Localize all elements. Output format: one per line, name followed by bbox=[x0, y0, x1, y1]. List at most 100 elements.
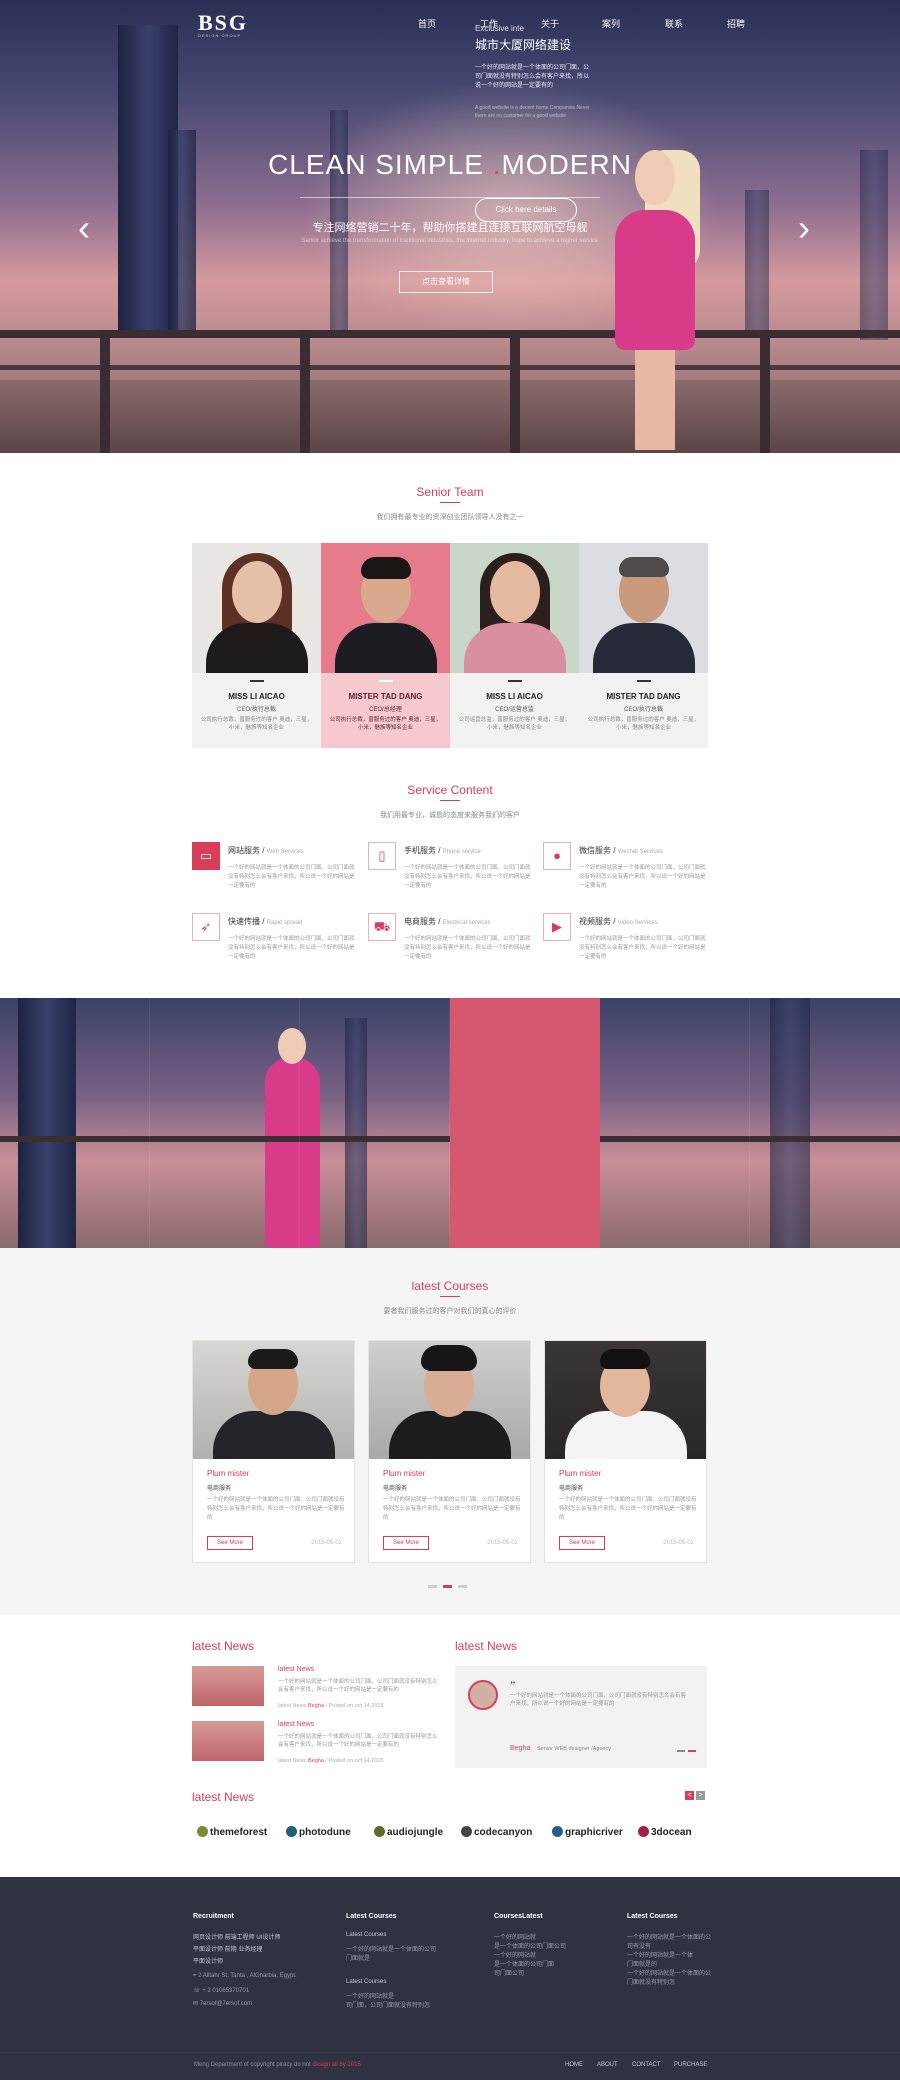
footer-line[interactable]: 平面设计师 bbox=[193, 1956, 223, 1965]
chevron-left-icon[interactable]: ‹ bbox=[78, 210, 90, 246]
news-item[interactable]: latest News 一个好的网站就是一个体面的公司门面，公司门面就没有特别怎… bbox=[192, 1721, 438, 1766]
service-item[interactable]: ⛟ 电商服务 / Electrical services 一个好的网站就是一个体… bbox=[368, 913, 538, 973]
footer-line[interactable]: 一个好的网站就 bbox=[494, 1932, 536, 1941]
testimonial-next[interactable] bbox=[688, 1750, 696, 1752]
footer-email[interactable]: ✉ 7ersof@7ersof.com bbox=[193, 2000, 252, 2007]
footer-line[interactable]: 是一个体面的公司门面公司 bbox=[494, 1941, 566, 1950]
service-desc: 一个好的网站就是一个体面的公司门面，公司门面就没有特别怎么会有客户来找，所以说一… bbox=[228, 865, 355, 889]
hero-title-word: CLEAN bbox=[268, 149, 367, 180]
service-title-cn: 快速传播 bbox=[228, 917, 260, 926]
footer-line[interactable]: 一个好的网站就是一个体面的公司 bbox=[346, 1944, 436, 1953]
service-title-en: Phone service bbox=[442, 849, 481, 855]
service-item[interactable]: ● 微信服务 / Wechat Services 一个好的网站就是一个体面的公司… bbox=[543, 842, 713, 902]
news-item-desc: 一个好的网站就是一个体面的公司门面，公司门面就没有特别怎么会有客户来找，所以说一… bbox=[278, 1734, 438, 1748]
team-member-name: MISS LI AICAO bbox=[228, 692, 285, 701]
footer-line[interactable]: 一个好的网站就 bbox=[494, 1950, 536, 1959]
footer-line[interactable]: 一个好的网站就是 bbox=[346, 1991, 394, 2000]
carousel-dot-active[interactable] bbox=[443, 1585, 452, 1588]
footer-line[interactable]: 司有没有 bbox=[627, 1941, 651, 1950]
phone-icon: ☏ bbox=[193, 1988, 201, 1994]
carousel-dot[interactable] bbox=[458, 1585, 467, 1588]
partners-title: latest News bbox=[192, 1790, 255, 1804]
course-card[interactable]: Plum mister 电商服务 一个好的网站就是一个体面的公司门面，公司门面就… bbox=[368, 1340, 531, 1563]
carousel-dot[interactable] bbox=[428, 1585, 437, 1588]
see-more-button[interactable]: See More bbox=[559, 1536, 605, 1550]
footer-line[interactable]: 门面就是的 bbox=[627, 1959, 657, 1968]
footer-nav-about[interactable]: ABOUT bbox=[597, 2062, 618, 2068]
footer-line[interactable]: 司门面，公司门面就没有特别怎 bbox=[346, 2000, 430, 2009]
service-title-en: Wechat Services bbox=[617, 849, 663, 855]
partner-logo[interactable]: graphicriver bbox=[552, 1826, 623, 1838]
news-item-title[interactable]: latest News bbox=[278, 1666, 314, 1673]
see-more-button[interactable]: See More bbox=[207, 1536, 253, 1550]
footer-line[interactable]: 是一个体面的公司门面 bbox=[494, 1959, 554, 1968]
footer-line[interactable]: 门面就没有特别怎 bbox=[627, 1977, 675, 1986]
service-item[interactable]: ➶ 快速传播 / Rapid spread 一个好的网站就是一个体面的公司门面，… bbox=[192, 913, 362, 973]
photo-body bbox=[335, 623, 437, 673]
partner-logo[interactable]: audiojungle bbox=[374, 1826, 443, 1838]
service-item[interactable]: ▭ 网站服务 / Web Services 一个好的网站就是一个体面的公司门面，… bbox=[192, 842, 362, 902]
team-card[interactable]: MISS LI AICAO CEO/执行总裁 公司执行总裁，曾服务过的客户 奥迪… bbox=[192, 543, 321, 748]
course-category: 电商服务 bbox=[383, 1486, 408, 1492]
footer-col-title: Latest Courses bbox=[627, 1913, 678, 1920]
footer-line[interactable]: 网页设计师 前端工程师 UI设计师 bbox=[193, 1932, 280, 1941]
cart-icon: ⛟ bbox=[368, 913, 396, 941]
strip-details-button[interactable]: Click here details bbox=[475, 198, 577, 222]
team-card[interactable]: MISS LI AICAO CEO/运营总监 公司运营总监，曾服务过的客户 奥迪… bbox=[450, 543, 579, 748]
course-category: 电商服务 bbox=[207, 1486, 232, 1492]
strip-column bbox=[300, 998, 450, 1248]
team-card[interactable]: MISTER TAD DANG CEO/总经理 公司执行总裁，曾服务过的客户 奥… bbox=[321, 543, 450, 748]
testimonial-prev[interactable] bbox=[677, 1750, 685, 1752]
courses-title-rule bbox=[440, 1296, 460, 1297]
nav-item-cases[interactable]: 案列 bbox=[602, 17, 620, 30]
news-item-meta: latest News Begha / Posted on oct 14,201… bbox=[278, 1703, 384, 1709]
course-name: Plum mister bbox=[559, 1469, 602, 1478]
partner-logo[interactable]: themeforest bbox=[197, 1826, 267, 1838]
footer-line[interactable]: Latest Courses bbox=[346, 1932, 386, 1938]
news-item[interactable]: latest News 一个好的网站就是一个体面的公司门面，公司门面就没有特别怎… bbox=[192, 1666, 438, 1711]
course-card[interactable]: Plum mister 电商服务 一个好的网站就是一个体面的公司门面，公司门面就… bbox=[544, 1340, 707, 1563]
footer-line[interactable]: 平面设计师 前期 业务经理 bbox=[193, 1944, 262, 1953]
footer-line[interactable]: 司门面公司 bbox=[494, 1968, 524, 1977]
partner-name: codecanyon bbox=[474, 1827, 533, 1838]
service-item[interactable]: ▯ 手机服务 / Phone service 一个好的网站就是一个体面的公司门面… bbox=[368, 842, 538, 902]
service-title-en: Rapid spread bbox=[266, 920, 303, 926]
footer-email-text: 7ersof@7ersof.com bbox=[199, 2001, 253, 2007]
strip-column bbox=[600, 998, 750, 1248]
photodune-icon bbox=[286, 1826, 297, 1837]
partner-logo[interactable]: 3docean bbox=[638, 1826, 692, 1838]
footer-line[interactable]: 一个好的网站就是一个体 bbox=[627, 1950, 693, 1959]
partners-next-button[interactable]: > bbox=[696, 1791, 705, 1800]
chevron-right-icon[interactable]: › bbox=[798, 210, 810, 246]
partner-logo[interactable]: photodune bbox=[286, 1826, 351, 1838]
nav-item-jobs[interactable]: 招聘 bbox=[727, 17, 745, 30]
nav-item-home[interactable]: 首页 bbox=[418, 17, 436, 30]
partner-logo[interactable]: codecanyon bbox=[461, 1826, 532, 1838]
news-item-title[interactable]: latest News bbox=[278, 1721, 314, 1728]
themeforest-icon bbox=[197, 1826, 208, 1837]
footer-line[interactable]: 一个好的网站就是一个体面的公 bbox=[627, 1932, 711, 1941]
photo-hair bbox=[248, 1349, 298, 1369]
news-meta-author[interactable]: Begha bbox=[308, 1703, 324, 1709]
nav-item-contact[interactable]: 联系 bbox=[665, 17, 683, 30]
footer-line[interactable]: 一个好的网站就是一个体面的公 bbox=[627, 1968, 711, 1977]
quote-icon: ” bbox=[510, 1678, 516, 1692]
mail-icon: ✉ bbox=[193, 2001, 199, 2007]
footer-line[interactable]: 门面就是 bbox=[346, 1953, 370, 1962]
photo-body bbox=[389, 1411, 511, 1459]
hero-details-button[interactable]: 点击查看详情 bbox=[399, 271, 493, 293]
footer-line[interactable]: Latest Courses bbox=[346, 1979, 386, 1985]
partners-prev-button[interactable]: < bbox=[685, 1791, 694, 1800]
news-meta-author[interactable]: Begha bbox=[308, 1758, 324, 1764]
see-more-button[interactable]: See More bbox=[383, 1536, 429, 1550]
footer-nav-contact[interactable]: CONTACT bbox=[632, 2062, 661, 2068]
copyright-highlight: design all by 2015 bbox=[312, 2062, 361, 2068]
service-item[interactable]: ▶ 视频服务 / Video Services 一个好的网站就是一个体面的公司门… bbox=[543, 913, 713, 973]
course-date: 2015-05-02 bbox=[487, 1540, 518, 1546]
strip-column bbox=[0, 998, 150, 1248]
nav-item-about[interactable]: 关于 bbox=[541, 17, 559, 30]
footer-nav-purchase[interactable]: PURCHASE bbox=[674, 2062, 707, 2068]
course-card[interactable]: Plum mister 电商服务 一个好的网站就是一个体面的公司门面，公司门面就… bbox=[192, 1340, 355, 1563]
footer-nav-home[interactable]: HOME bbox=[565, 2062, 583, 2068]
team-card[interactable]: MISTER TAD DANG CEO/执行总裁 公司执行总裁，曾服务过的客户 … bbox=[579, 543, 708, 748]
